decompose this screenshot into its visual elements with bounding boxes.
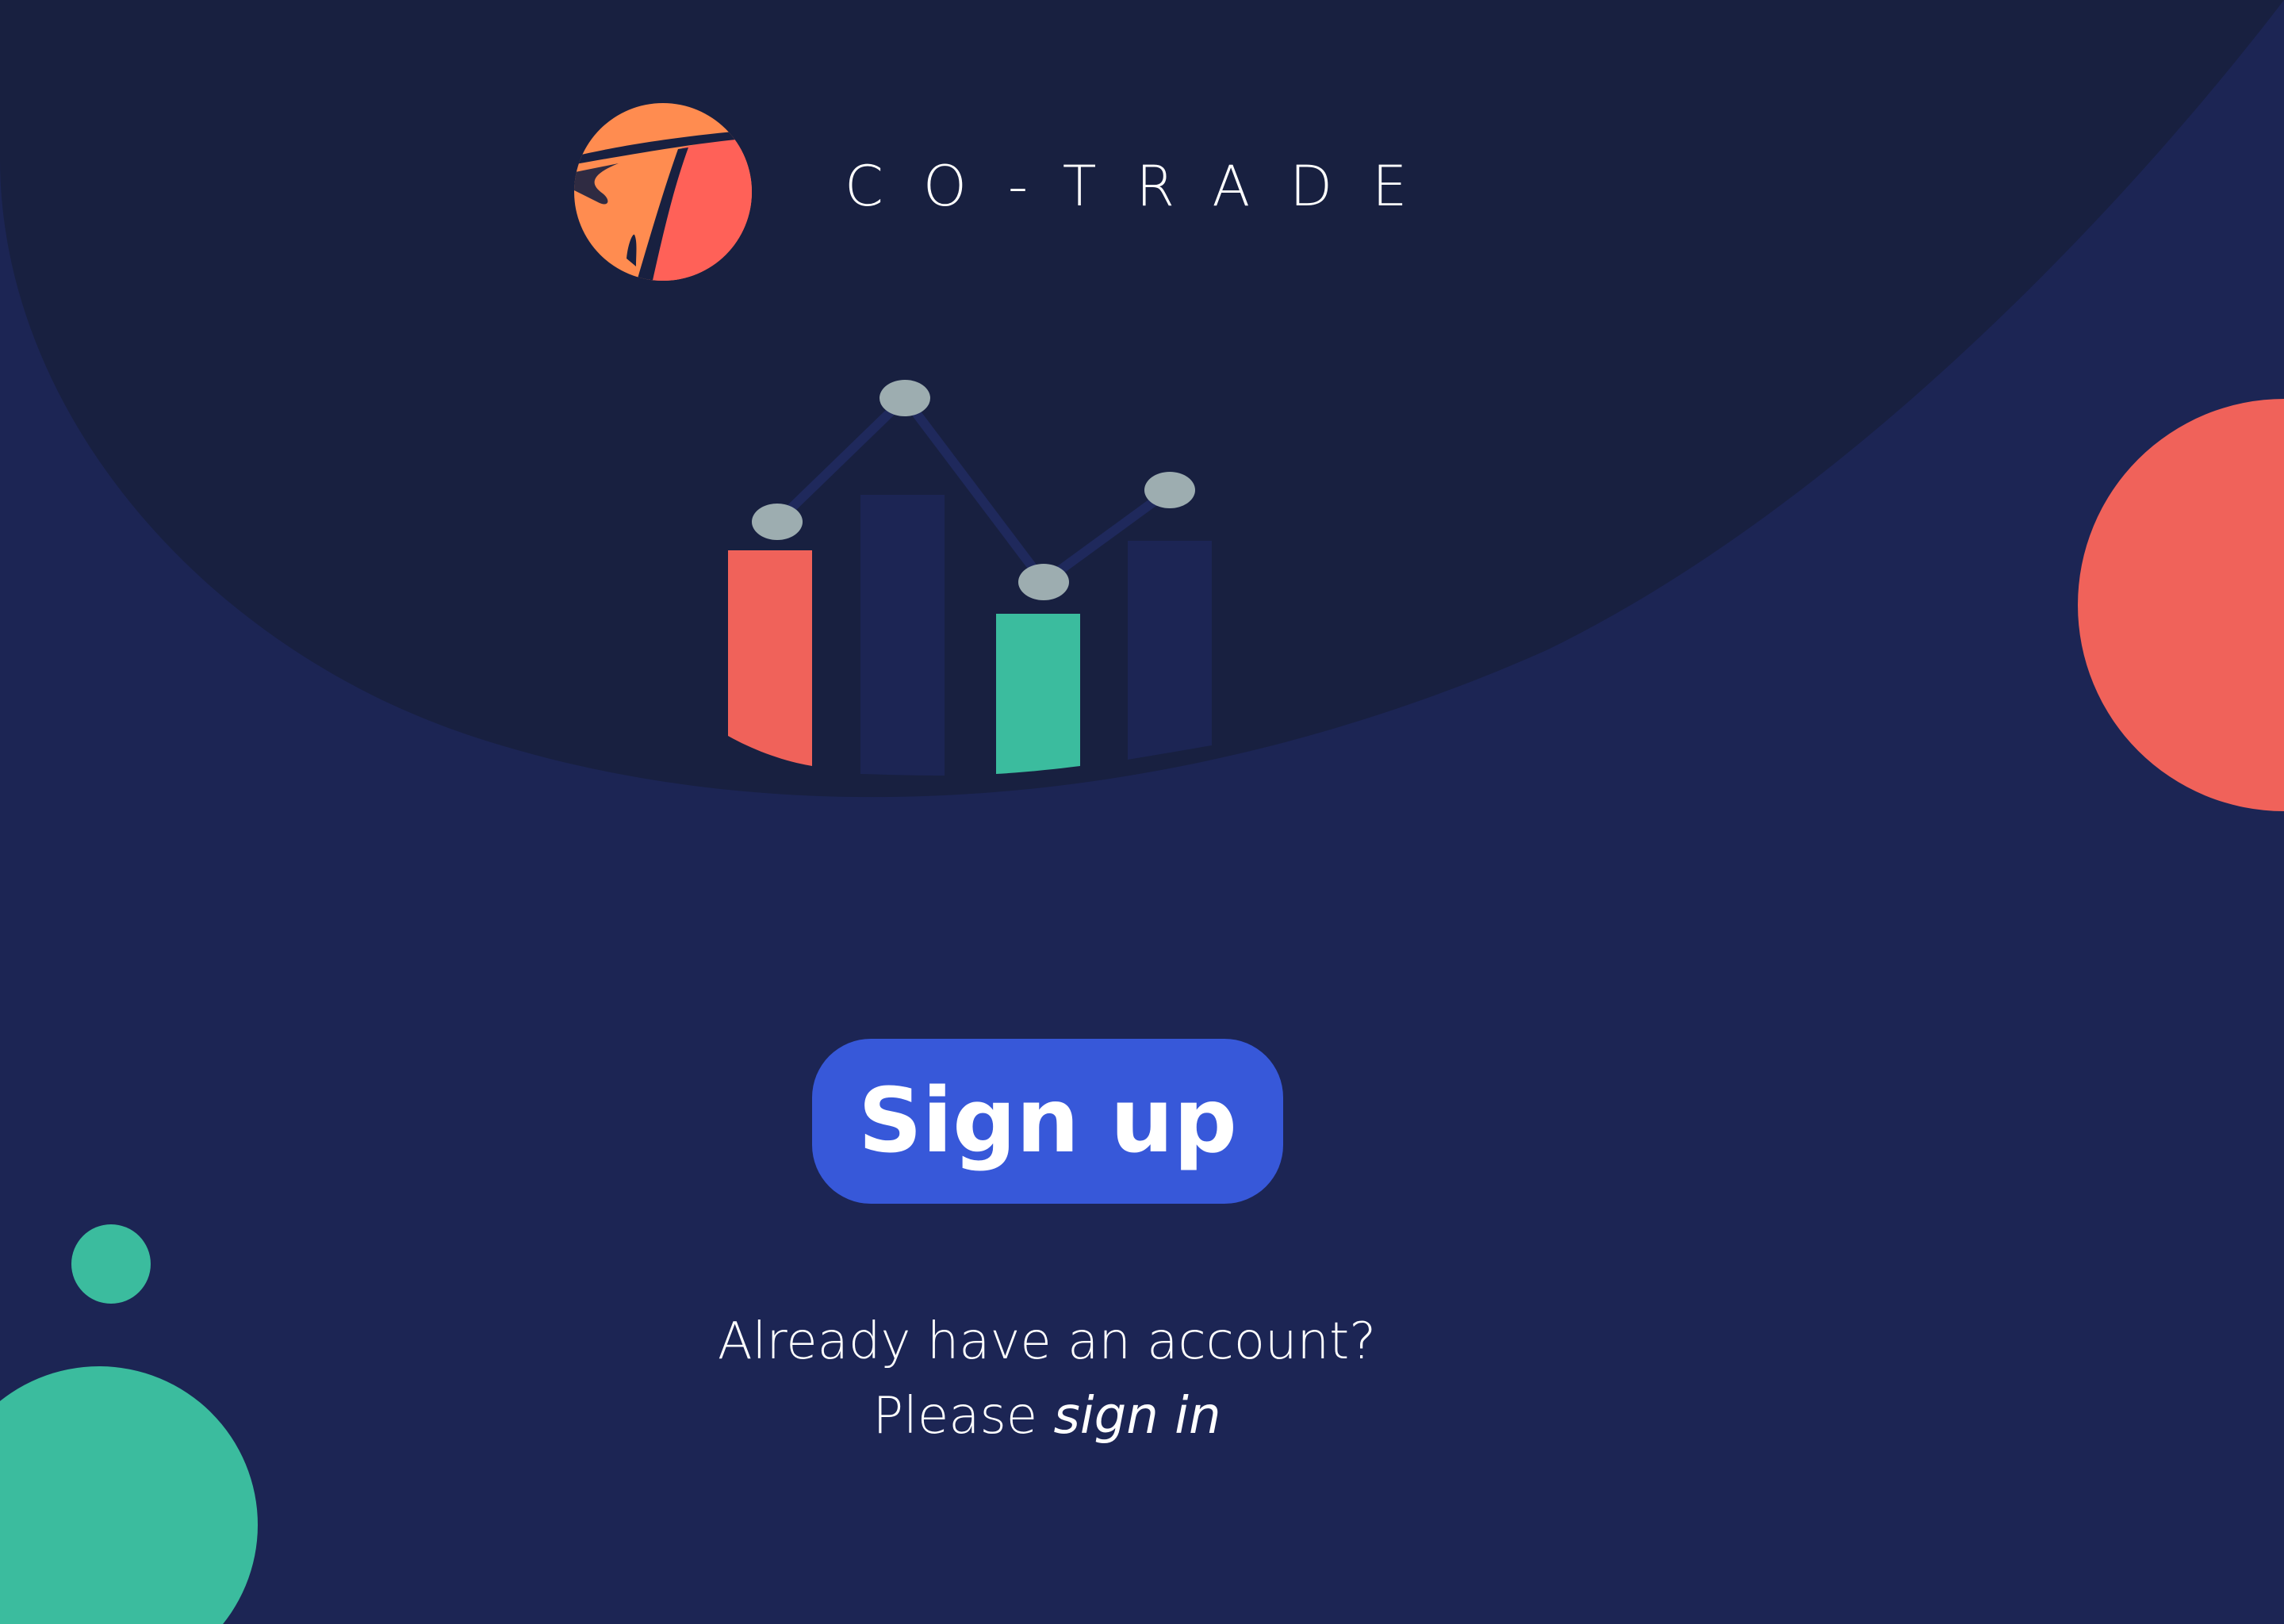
illustration-marker [752,504,803,540]
sign-up-button[interactable]: Sign up [812,1039,1283,1204]
illustration-marker [1018,564,1069,600]
bar-line-chart-illustration [728,380,1212,776]
illustration-bar-navy-2 [1128,541,1212,760]
account-question: Already have an account? [717,1312,1377,1371]
teal-circle-large [0,1366,258,1624]
sign-in-line: Please sign in [650,1379,1443,1454]
brand-name: CO-TRADE [845,154,1447,219]
illustration-marker [1144,472,1195,508]
illustration-bar-navy-1 [860,495,945,776]
sign-in-link[interactable]: sign in [1054,1387,1221,1446]
illustration-bar-teal [996,614,1080,774]
illustration-trend-line [773,393,1173,587]
sign-in-prompt: Already have an account? Please sign in [650,1304,1443,1454]
illustration-bar-coral [728,550,812,766]
coral-circle-right [2078,399,2284,811]
illustration-marker [879,380,930,416]
signup-screen: CO-TRADE Sign up Already have an account… [0,0,2284,1624]
teal-dot-small [71,1224,151,1304]
please-text: Please [872,1387,1054,1446]
cotrade-logo-icon [574,103,752,281]
